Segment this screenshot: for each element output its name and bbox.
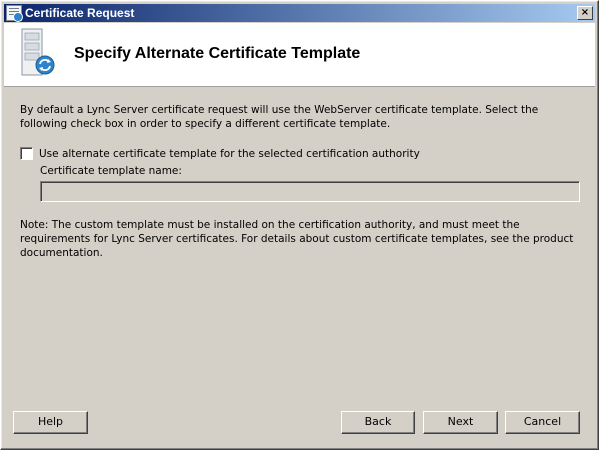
title-bar[interactable]: Certificate Request × xyxy=(4,4,595,22)
note-text: Note: The custom template must be instal… xyxy=(20,219,574,259)
window-title: Certificate Request xyxy=(25,6,135,20)
alternate-template-checkbox-row[interactable]: Use alternate certificate template for t… xyxy=(20,147,420,160)
certificate-app-icon xyxy=(6,5,23,22)
alternate-template-checkbox-label[interactable]: Use alternate certificate template for t… xyxy=(39,148,420,160)
server-certificate-icon xyxy=(21,28,55,76)
cancel-button[interactable]: Cancel xyxy=(505,411,580,434)
template-name-label: Certificate template name: xyxy=(40,165,182,177)
alternate-template-checkbox[interactable] xyxy=(20,147,33,160)
page-title: Specify Alternate Certificate Template xyxy=(74,45,361,62)
back-button[interactable]: Back xyxy=(341,411,415,434)
template-name-input[interactable] xyxy=(40,181,580,202)
intro-text: By default a Lync Server certificate req… xyxy=(20,104,539,130)
header-panel: Specify Alternate Certificate Template xyxy=(4,23,595,87)
certificate-request-window: Certificate Request × Specify Alternate … xyxy=(0,0,599,450)
next-button[interactable]: Next xyxy=(423,411,498,434)
close-button[interactable]: × xyxy=(577,6,593,20)
help-button[interactable]: Help xyxy=(13,411,88,434)
